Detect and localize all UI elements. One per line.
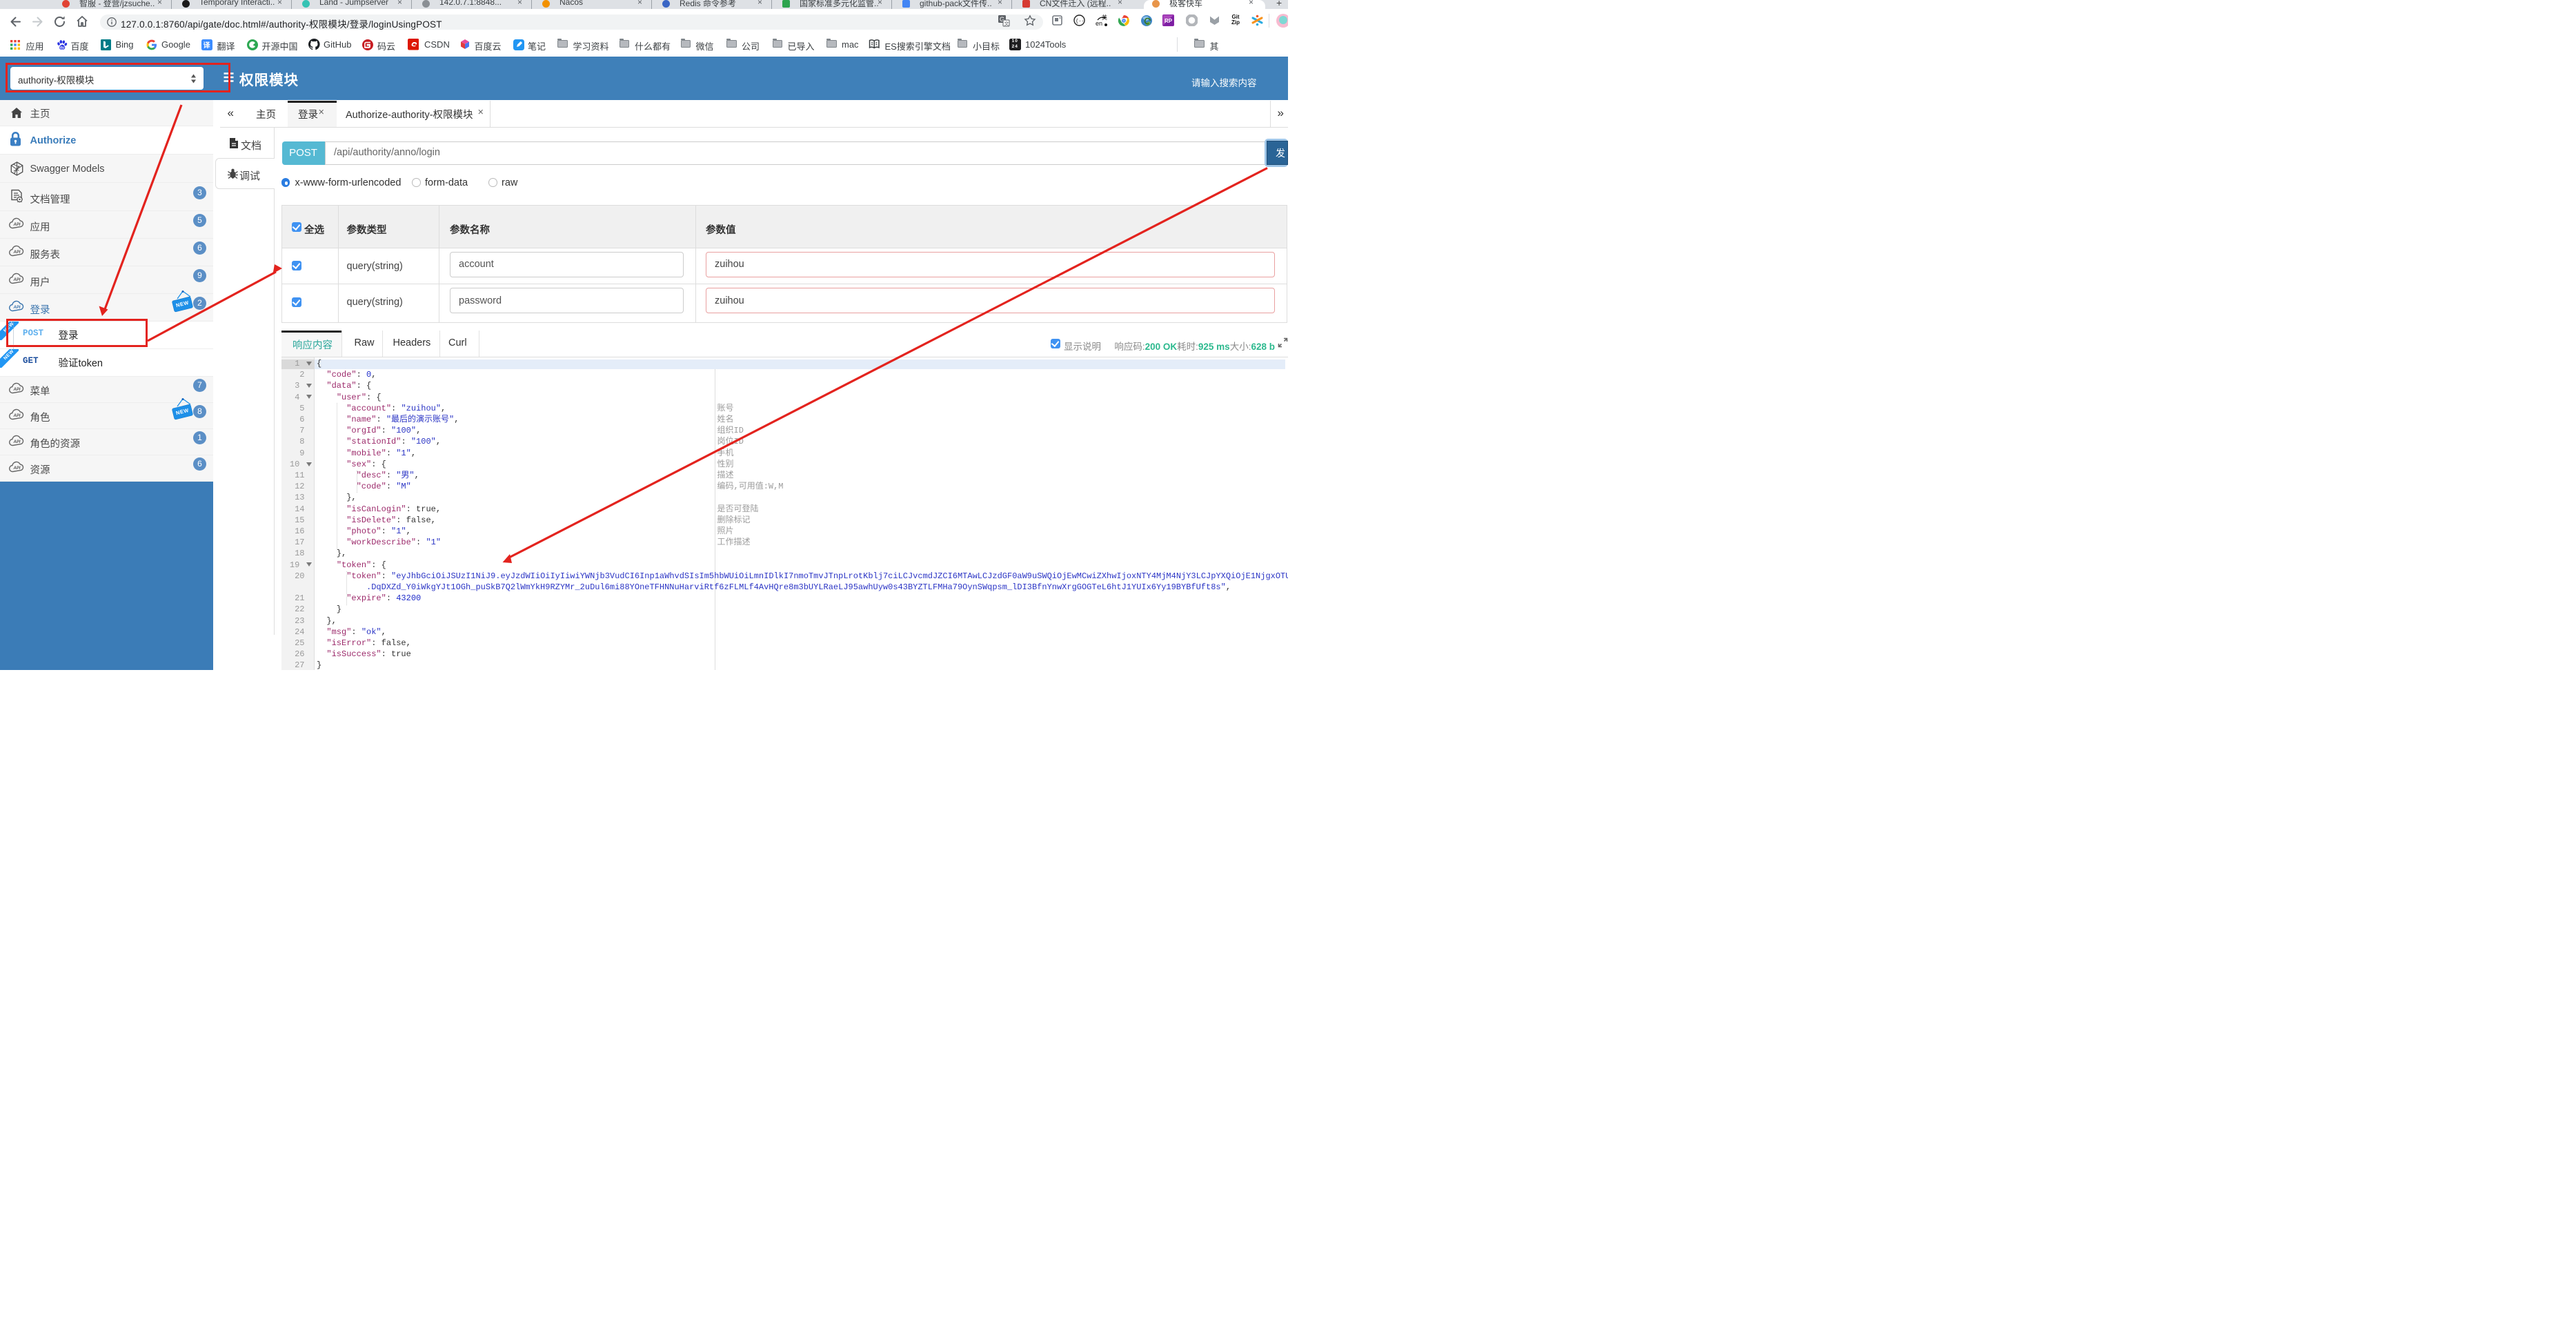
- svg-text:API: API: [12, 250, 20, 255]
- svg-text:API: API: [12, 440, 20, 444]
- svg-text:文: 文: [1004, 21, 1009, 27]
- svg-text:{···}: {···}: [1076, 19, 1085, 25]
- svg-text:API: API: [12, 388, 20, 392]
- svg-text:du: du: [60, 46, 65, 50]
- svg-text:API: API: [12, 466, 20, 471]
- svg-text:译: 译: [204, 41, 211, 50]
- svg-text:API: API: [12, 223, 20, 227]
- svg-text:API: API: [12, 306, 20, 310]
- svg-text:API: API: [12, 278, 20, 282]
- svg-text:en: en: [1096, 20, 1102, 27]
- svg-text:API: API: [12, 414, 20, 418]
